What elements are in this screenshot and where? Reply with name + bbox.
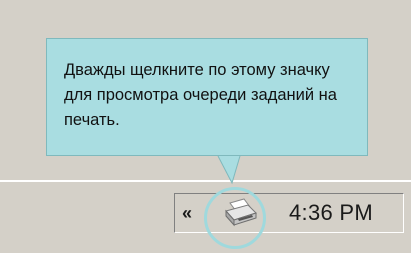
- tooltip-text: Дважды щелкните по этому значку для прос…: [64, 61, 337, 129]
- clock[interactable]: 4:36 PM: [289, 200, 373, 226]
- tooltip-pointer: [214, 155, 254, 185]
- highlight-circle: [204, 187, 266, 249]
- tooltip-balloon: Дважды щелкните по этому значку для прос…: [46, 38, 368, 156]
- show-hidden-icons-button[interactable]: «: [182, 203, 202, 223]
